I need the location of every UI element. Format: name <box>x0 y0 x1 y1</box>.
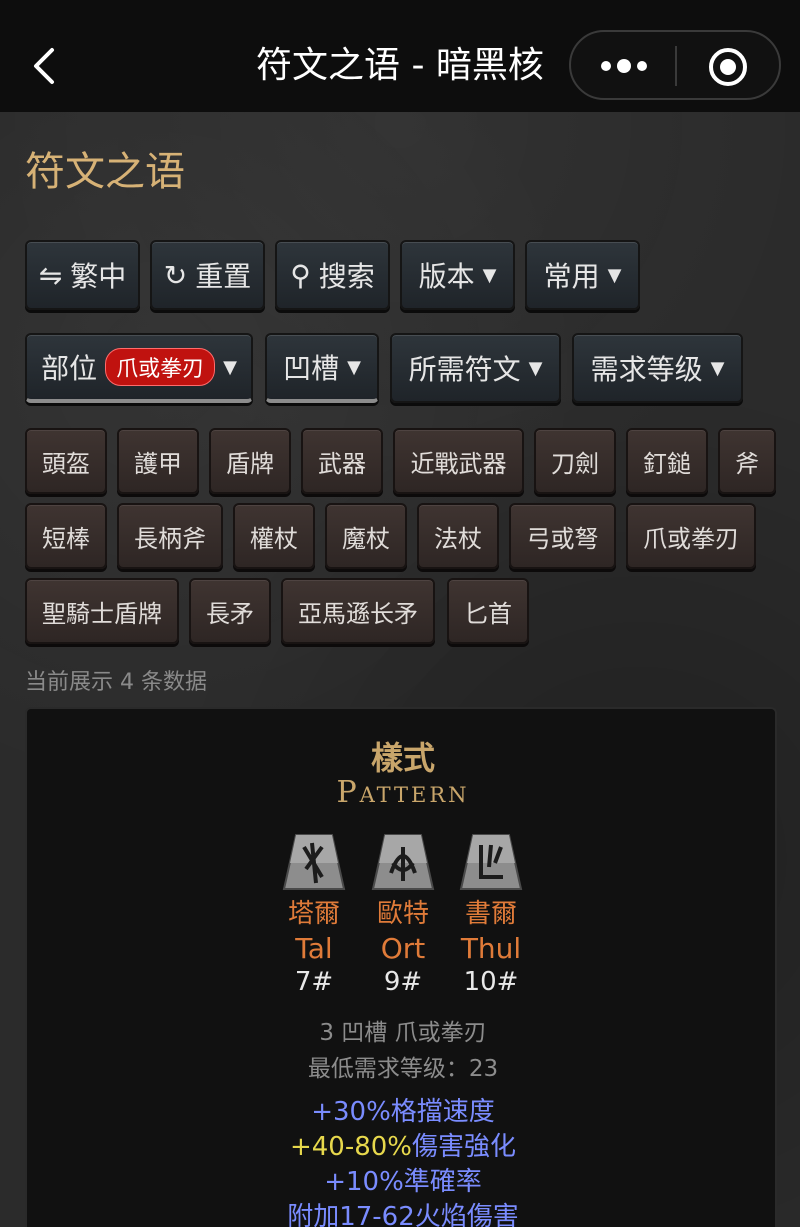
category-chip[interactable]: 弓或弩 <box>509 503 616 569</box>
search-label: 搜索 <box>318 260 375 293</box>
rune-number: 10# <box>463 967 519 997</box>
rune-item[interactable]: 歐特 Ort 9# <box>353 833 453 997</box>
runeword-name-en: Pattern <box>336 775 470 810</box>
reset-button[interactable]: ↻ 重置 <box>150 240 265 310</box>
target-circle-icon <box>709 48 747 86</box>
language-toggle-button[interactable]: ⇋ 繁中 <box>25 240 140 310</box>
slot-label: 部位 <box>41 352 98 385</box>
navigation-bar: 符文之语 - 暗黑核 <box>0 0 800 112</box>
sockets-filter-dropdown[interactable]: 凹槽 ▼ <box>265 333 379 403</box>
common-label: 常用 <box>543 260 600 293</box>
category-chip[interactable]: 亞馬遜长矛 <box>281 578 435 644</box>
rune-name-cn: 歐特 <box>376 899 429 929</box>
rune-stone-icon <box>371 834 435 890</box>
rune-name-cn: 塔爾 <box>287 899 340 929</box>
version-dropdown[interactable]: 版本 ▼ <box>400 240 515 310</box>
stat-range: +40-80% <box>289 1132 413 1162</box>
caret-down-icon: ▼ <box>607 264 622 286</box>
sockets-info: 3 凹槽 爪或拳刃 <box>319 1020 487 1046</box>
category-chip[interactable]: 刀劍 <box>534 428 616 494</box>
back-button[interactable] <box>22 40 66 92</box>
rune-item[interactable]: 書爾 Thul 10# <box>441 833 541 997</box>
rune-name-en: Ort <box>380 932 426 965</box>
category-chip[interactable]: 頭盔 <box>25 428 107 494</box>
category-chip[interactable]: 權杖 <box>233 503 315 569</box>
slot-filter-dropdown[interactable]: 部位 爪或拳刃 ▼ <box>25 333 253 403</box>
rune-item[interactable]: 塔爾 Tal 7# <box>264 833 364 997</box>
runes-label: 所需符文 <box>408 353 521 386</box>
rune-stone-icon <box>282 834 346 890</box>
result-count: 当前展示 4 条数据 <box>25 670 207 695</box>
section-heading: 符文之语 <box>25 149 185 195</box>
rune-number: 7# <box>294 967 334 997</box>
chevron-left-icon <box>34 48 54 84</box>
rune-name-cn: 書爾 <box>464 899 517 929</box>
caret-down-icon: ▼ <box>223 356 237 378</box>
category-chip[interactable]: 短棒 <box>25 503 107 569</box>
capsule-divider <box>675 46 677 86</box>
category-chip[interactable]: 魔杖 <box>325 503 407 569</box>
category-chip[interactable]: 長柄斧 <box>117 503 223 569</box>
category-chip[interactable]: 武器 <box>301 428 383 494</box>
stat-line: +40-80%傷害強化 <box>27 1126 779 1163</box>
stat-text: 傷害強化 <box>412 1132 517 1162</box>
level-requirement: 最低需求等级：23 <box>307 1056 499 1082</box>
rune-name-en: Thul <box>460 932 522 965</box>
level-filter-dropdown[interactable]: 需求等级 ▼ <box>572 333 743 403</box>
category-chip[interactable]: 長矛 <box>189 578 271 644</box>
runes-filter-dropdown[interactable]: 所需符文 ▼ <box>390 333 561 403</box>
slot-badge: 爪或拳刃 <box>105 348 216 386</box>
rune-number: 9# <box>383 967 423 997</box>
close-button[interactable] <box>707 46 749 88</box>
search-icon: ⚲ <box>290 258 311 292</box>
more-button[interactable] <box>593 48 655 84</box>
reset-label: 重置 <box>195 260 252 293</box>
page-title: 符文之语 - 暗黑核 <box>256 45 544 86</box>
caret-down-icon: ▼ <box>482 264 497 286</box>
category-chip[interactable]: 爪或拳刃 <box>626 503 756 569</box>
category-chip[interactable]: 聖騎士盾牌 <box>25 578 179 644</box>
more-dots-icon <box>601 59 647 73</box>
common-dropdown[interactable]: 常用 ▼ <box>525 240 640 310</box>
language-label: 繁中 <box>70 260 127 293</box>
level-label: 需求等级 <box>590 353 703 386</box>
sockets-label: 凹槽 <box>283 352 340 385</box>
category-chip[interactable]: 護甲 <box>117 428 199 494</box>
stat-line: +30%格擋速度 <box>311 1097 495 1127</box>
mini-program-capsule <box>569 30 781 100</box>
caret-down-icon: ▼ <box>710 357 725 379</box>
category-chip[interactable]: 匕首 <box>447 578 529 644</box>
search-button[interactable]: ⚲ 搜索 <box>275 240 390 310</box>
stat-line: +10%準確率 <box>324 1167 482 1197</box>
runeword-name-cn: 樣式 <box>370 739 435 777</box>
caret-down-icon: ▼ <box>528 357 543 379</box>
version-label: 版本 <box>418 260 475 293</box>
category-chip[interactable]: 法杖 <box>417 503 499 569</box>
rune-stone-icon <box>459 834 523 890</box>
swap-icon: ⇋ <box>38 258 63 292</box>
runeword-card[interactable]: 樣式 Pattern 塔爾 Tal 7# 歐特 Ort 9# 書爾 Thul 1… <box>25 707 777 1227</box>
rune-name-en: Tal <box>295 932 333 965</box>
category-chip[interactable]: 盾牌 <box>209 428 291 494</box>
category-chip[interactable]: 釘鎚 <box>626 428 708 494</box>
category-chip[interactable]: 斧 <box>718 428 776 494</box>
stat-line: 附加17-62火焰傷害 <box>287 1202 519 1227</box>
category-chip[interactable]: 近戰武器 <box>393 428 524 494</box>
caret-down-icon: ▼ <box>347 356 361 378</box>
refresh-icon: ↻ <box>163 258 188 292</box>
